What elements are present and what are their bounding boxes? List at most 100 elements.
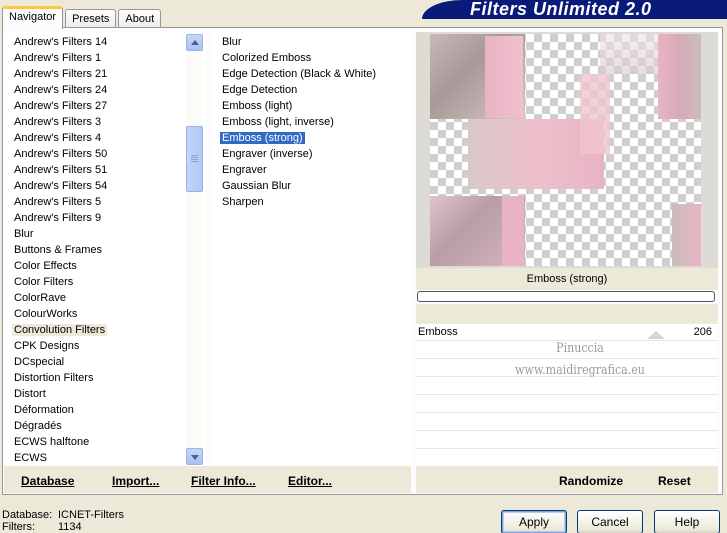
category-item[interactable]: Buttons & Frames <box>4 242 206 258</box>
category-item[interactable]: Andrew's Filters 14 <box>4 34 206 50</box>
filter-list[interactable]: Blur Colorized Emboss Edge Detection (Blac… <box>211 32 411 466</box>
category-list[interactable]: Andrew's Filters 14 Andrew's Filters 1 And… <box>4 32 206 466</box>
category-label: ECWS halftone <box>14 436 90 448</box>
category-item[interactable]: DCspecial <box>4 354 206 370</box>
randomize-button[interactable]: Randomize <box>559 474 623 488</box>
parameter-header <box>416 304 718 324</box>
filter-item[interactable]: Blur <box>211 34 411 50</box>
filter-item[interactable]: Emboss (light) <box>211 98 411 114</box>
category-item[interactable]: Andrew's Filters 5 <box>4 194 206 210</box>
watermark-line1: Pinuccia <box>556 341 604 356</box>
filter-item[interactable]: Edge Detection <box>211 82 411 98</box>
filters-count: 1134 <box>58 521 82 533</box>
filter-item[interactable]: Engraver (inverse) <box>211 146 411 162</box>
category-label: Dégradés <box>14 420 62 432</box>
category-item[interactable]: Andrew's Filters 1 <box>4 50 206 66</box>
import-button[interactable]: Import... <box>112 474 159 488</box>
scroll-up-button[interactable] <box>186 34 203 51</box>
param-label: Emboss <box>418 326 458 338</box>
category-item[interactable]: Andrew's Filters 3 <box>4 114 206 130</box>
category-item[interactable]: ColourWorks <box>4 306 206 322</box>
category-label: Color Effects <box>14 260 77 272</box>
tab-presets[interactable]: Presets <box>65 9 117 29</box>
filter-label: Emboss (light, inverse) <box>222 116 334 128</box>
thumb-grip <box>191 159 198 160</box>
category-item[interactable]: Andrew's Filters 54 <box>4 178 206 194</box>
category-label: Andrew's Filters 1 <box>14 52 102 64</box>
right-toolbar: Randomize Reset <box>416 466 718 493</box>
category-item[interactable]: Andrew's Filters 50 <box>4 146 206 162</box>
category-label: Andrew's Filters 24 <box>14 84 108 96</box>
filter-label: Engraver <box>222 164 267 176</box>
category-label: Blur <box>14 228 34 240</box>
category-item[interactable]: Color Filters <box>4 274 206 290</box>
filter-item[interactable]: Edge Detection (Black & White) <box>211 66 411 82</box>
filter-item[interactable]: Sharpen <box>211 194 411 210</box>
category-item[interactable]: Color Effects <box>4 258 206 274</box>
category-item[interactable]: Déformation <box>4 402 206 418</box>
scroll-down-button[interactable] <box>186 448 203 465</box>
category-item[interactable]: Distort <box>4 386 206 402</box>
editor-button[interactable]: Editor... <box>288 474 332 488</box>
filter-label: Emboss (strong) <box>219 131 306 145</box>
category-item[interactable]: ECWS <box>4 450 206 466</box>
watermark-line2: www.maidiregrafica.eu <box>515 363 645 378</box>
category-item[interactable]: Andrew's Filters 9 <box>4 210 206 226</box>
category-label: ColourWorks <box>14 308 78 320</box>
category-item[interactable]: Blur <box>4 226 206 242</box>
preview-image[interactable] <box>430 34 701 266</box>
category-scrollbar[interactable] <box>186 34 203 465</box>
preview-patch <box>672 204 701 266</box>
filter-item[interactable]: Colorized Emboss <box>211 50 411 66</box>
category-item[interactable]: Dégradés <box>4 418 206 434</box>
category-label: Andrew's Filters 27 <box>14 100 108 112</box>
category-item[interactable]: Andrew's Filters 51 <box>4 162 206 178</box>
category-item[interactable]: Andrew's Filters 4 <box>4 130 206 146</box>
filter-item[interactable]: Emboss (light, inverse) <box>211 114 411 130</box>
category-label: Andrew's Filters 5 <box>14 196 102 208</box>
preview-patch <box>502 196 524 266</box>
filter-item[interactable]: Engraver <box>211 162 411 178</box>
category-item[interactable]: Andrew's Filters 24 <box>4 82 206 98</box>
tab-about[interactable]: About <box>118 9 162 29</box>
database-value: ICNET-Filters <box>58 509 124 521</box>
category-item[interactable]: CPK Designs <box>4 338 206 354</box>
filter-item[interactable]: Emboss (strong) <box>211 130 411 146</box>
reset-button[interactable]: Reset <box>658 474 691 488</box>
category-label: DCspecial <box>14 356 65 368</box>
category-item[interactable]: Andrew's Filters 27 <box>4 98 206 114</box>
watermark: Pinuccia www.maidiregrafica.eu <box>504 338 657 382</box>
category-label: Déformation <box>14 404 74 416</box>
param-value: 206 <box>693 326 712 338</box>
filters-label: Filters: <box>2 521 35 533</box>
filter-item[interactable]: Gaussian Blur <box>211 178 411 194</box>
category-label: Andrew's Filters 54 <box>14 180 108 192</box>
filter-label: Edge Detection <box>222 84 298 96</box>
filter-label: Emboss (light) <box>222 100 293 112</box>
help-button[interactable]: Help <box>654 510 720 533</box>
preview-patch <box>485 36 523 118</box>
scroll-thumb[interactable] <box>186 126 203 192</box>
preview-patch <box>658 34 701 119</box>
category-label: Andrew's Filters 50 <box>14 148 108 160</box>
category-item[interactable]: Distortion Filters <box>4 370 206 386</box>
param-row <box>416 450 718 467</box>
banner-title: Filters Unlimited 2.0 <box>470 0 652 19</box>
filter-label: Edge Detection (Black & White) <box>222 68 377 80</box>
tab-bar: Navigator Presets About <box>2 6 163 29</box>
filter-label: Engraver (inverse) <box>222 148 313 160</box>
database-label: Database: <box>2 509 53 521</box>
apply-button[interactable]: Apply <box>501 510 567 533</box>
category-label: Andrew's Filters 14 <box>14 36 108 48</box>
left-toolbar: Database Import... Filter Info... Editor… <box>4 466 411 493</box>
category-item[interactable]: ColorRave <box>4 290 206 306</box>
cancel-button[interactable]: Cancel <box>577 510 643 533</box>
tab-navigator[interactable]: Navigator <box>2 6 64 29</box>
filter-info-button[interactable]: Filter Info... <box>191 474 256 488</box>
progress-bar <box>417 291 715 302</box>
category-item[interactable]: Convolution Filters <box>4 322 206 338</box>
database-button[interactable]: Database <box>21 474 74 488</box>
category-label: Convolution Filters <box>12 324 108 336</box>
category-item[interactable]: Andrew's Filters 21 <box>4 66 206 82</box>
category-item[interactable]: ECWS halftone <box>4 434 206 450</box>
